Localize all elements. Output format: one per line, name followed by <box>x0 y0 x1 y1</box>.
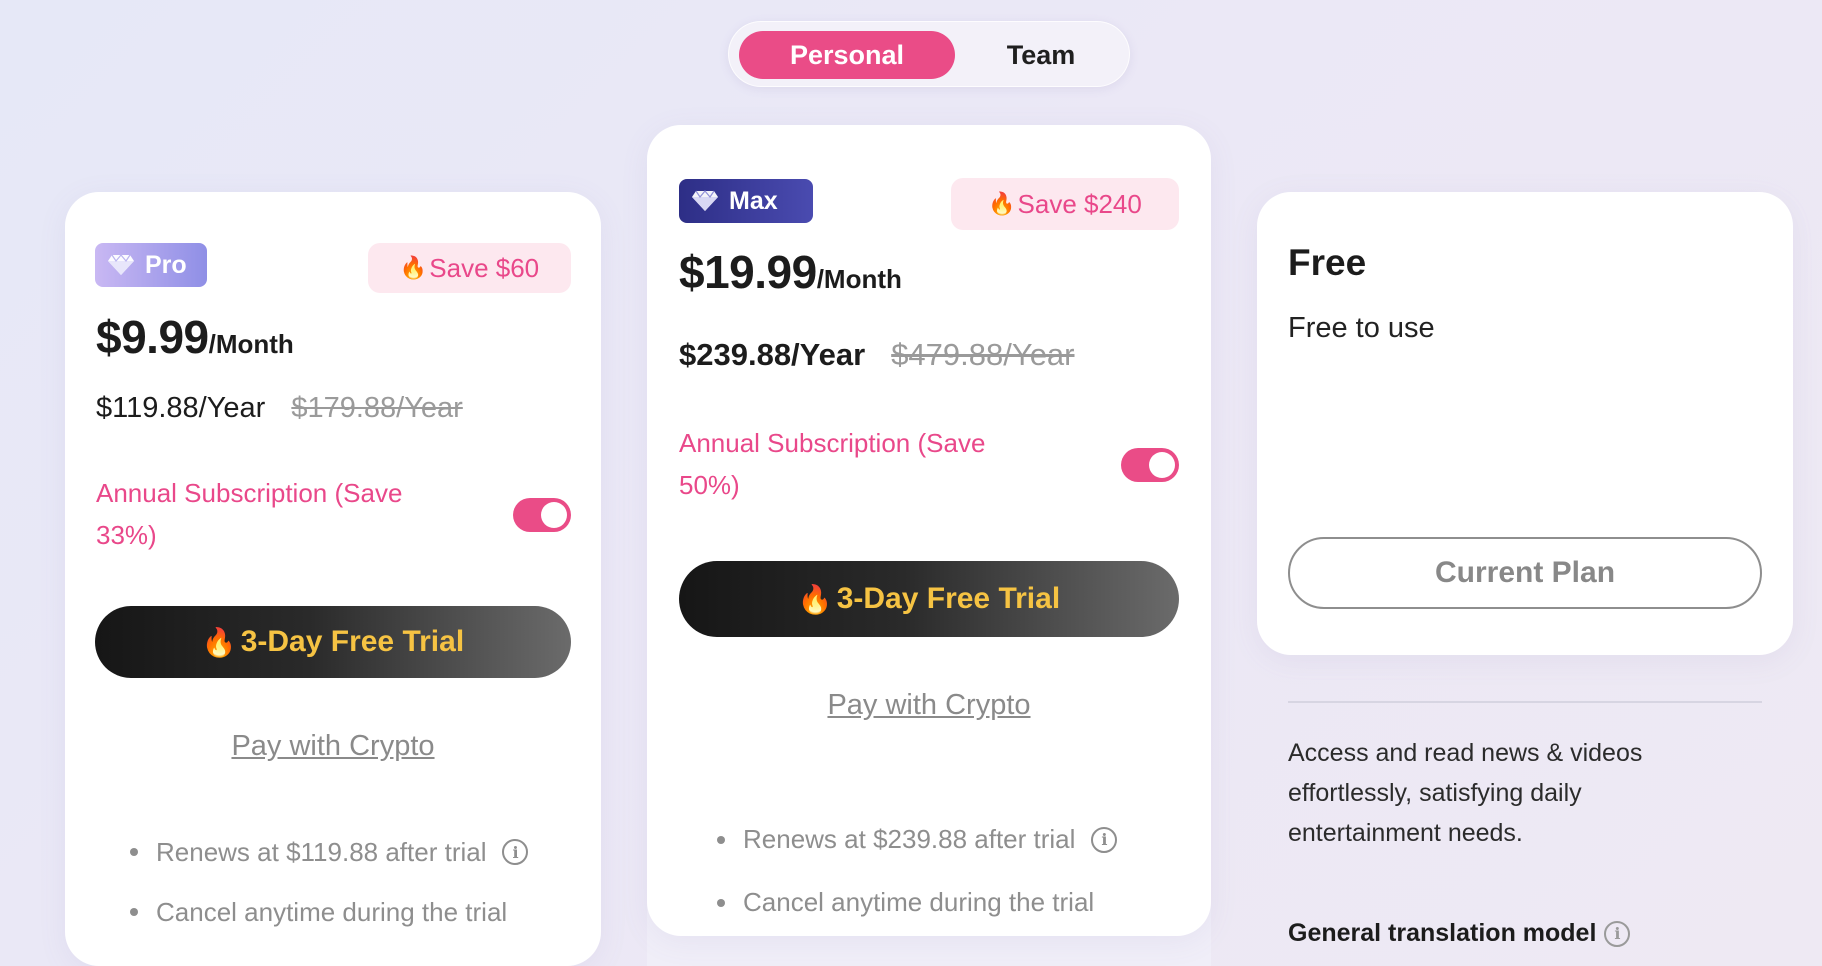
info-icon[interactable]: i <box>502 839 529 865</box>
max-badge: Max <box>679 179 813 223</box>
diamond-icon <box>108 254 134 275</box>
feature-general-translation: General translation model i <box>1288 919 1631 948</box>
renewal-text: Renews at $239.88 after trial <box>743 824 1076 854</box>
yearly-price-current: $119.88/Year <box>96 392 266 424</box>
yearly-price-current: $239.88/Year <box>679 337 866 372</box>
list-item: Cancel anytime during the trial <box>717 871 1117 934</box>
fire-icon: 🔥 <box>797 583 833 615</box>
info-icon[interactable]: i <box>1604 920 1631 947</box>
yearly-price-original: $479.88/Year <box>891 337 1075 372</box>
save-label: Save $60 <box>429 252 540 283</box>
free-trial-button[interactable]: 🔥 3-Day Free Trial <box>679 561 1179 637</box>
pro-plan-card: Pro 🔥 Save $60 $9.99 /Month $119.88/Year… <box>65 192 601 966</box>
free-plan-description: Access and read news & videos effortless… <box>1288 739 1643 847</box>
pay-with-crypto-link[interactable]: Pay with Crypto <box>647 689 1211 722</box>
tab-personal[interactable]: Personal <box>739 31 955 79</box>
feature-label: General translation model <box>1288 919 1597 947</box>
max-badge-label: Max <box>729 186 778 215</box>
renewal-text: Renews at $119.88 after trial <box>156 836 487 867</box>
list-item: Cancel anytime during the trial <box>130 882 528 942</box>
pro-terms-list: Renews at $119.88 after trial i Cancel a… <box>130 822 529 942</box>
max-plan-card: Max 🔥 Save $240 $19.99 /Month $239.88/Ye… <box>647 125 1211 936</box>
info-icon[interactable]: i <box>1091 826 1118 853</box>
monthly-price: $19.99 /Month <box>679 245 902 299</box>
annual-subscription-toggle[interactable] <box>513 498 571 532</box>
max-terms-list: Renews at $239.88 after trial i Cancel a… <box>717 808 1118 934</box>
yearly-price: $119.88/Year $179.88/Year <box>96 392 463 425</box>
fire-icon: 🔥 <box>988 191 1016 216</box>
diamond-icon <box>692 190 718 211</box>
current-plan-button[interactable]: Current Plan <box>1288 537 1762 609</box>
annual-subscription-label: Annual Subscription (Save 33%) <box>96 478 403 550</box>
free-plan-title: Free <box>1288 242 1367 283</box>
pro-badge: Pro <box>95 243 207 287</box>
price-amount: $9.99 <box>96 311 209 363</box>
annual-subscription-label: Annual Subscription (Save 50%) <box>679 428 986 500</box>
divider <box>1288 701 1762 703</box>
list-item: Renews at $119.88 after trial i <box>130 822 529 882</box>
monthly-price: $9.99 /Month <box>96 310 294 364</box>
free-trial-label: 3-Day Free Trial <box>836 582 1061 615</box>
save-badge: 🔥 Save $240 <box>951 178 1179 230</box>
free-trial-label: 3-Day Free Trial <box>240 625 465 658</box>
pro-badge-label: Pro <box>145 250 187 279</box>
annual-subscription-toggle[interactable] <box>1121 448 1179 482</box>
pay-with-crypto-link[interactable]: Pay with Crypto <box>65 730 601 763</box>
save-badge: 🔥 Save $60 <box>368 243 571 293</box>
free-plan-subtitle: Free to use <box>1288 312 1435 344</box>
yearly-price: $239.88/Year $479.88/Year <box>679 337 1075 373</box>
free-plan-card: Free Free to use Current Plan <box>1257 192 1793 655</box>
yearly-price-original: $179.88/Year <box>291 392 463 424</box>
price-period: /Month <box>816 264 902 294</box>
cancel-text: Cancel anytime during the trial <box>156 896 508 927</box>
save-label: Save $240 <box>1017 188 1142 219</box>
cancel-text: Cancel anytime during the trial <box>743 887 1095 917</box>
price-period: /Month <box>208 329 294 359</box>
fire-icon: 🔥 <box>399 255 428 280</box>
tab-team[interactable]: Team <box>961 31 1121 79</box>
price-amount: $19.99 <box>679 246 817 298</box>
free-trial-button[interactable]: 🔥 3-Day Free Trial <box>95 606 571 678</box>
fire-icon: 🔥 <box>201 626 237 658</box>
list-item: Renews at $239.88 after trial i <box>717 808 1118 871</box>
plan-type-toggle: Personal Team <box>728 21 1130 87</box>
